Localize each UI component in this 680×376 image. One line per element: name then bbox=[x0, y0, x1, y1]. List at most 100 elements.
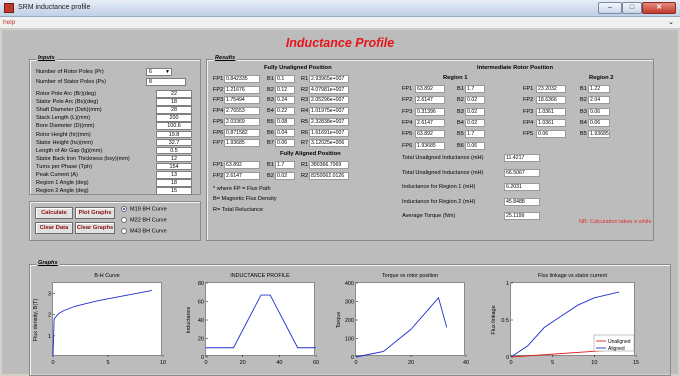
result-value: 1.7 bbox=[275, 161, 295, 169]
y-tick-label: 1 bbox=[48, 334, 51, 340]
result-key: B1 bbox=[580, 86, 587, 92]
clear-data-button[interactable]: Clear Data bbox=[35, 222, 73, 234]
stator-poles-label: Number of Stator Poles (Ps) bbox=[36, 79, 106, 85]
input-field[interactable]: 22 bbox=[156, 90, 192, 98]
close-button[interactable]: ✕ bbox=[642, 2, 676, 14]
input-field[interactable]: 15 bbox=[156, 187, 192, 195]
x-tick-label: 0 bbox=[51, 360, 54, 366]
input-label: Rotor Height (hr)(mm) bbox=[36, 131, 91, 138]
result-value: 2.6147 bbox=[415, 118, 445, 127]
result-value: 0.24 bbox=[275, 96, 295, 105]
x-tick-label: 0 bbox=[509, 360, 512, 366]
result-key: FP4 bbox=[213, 108, 224, 115]
y-tick-label: 200 bbox=[345, 318, 354, 324]
stator-poles-input[interactable]: 8 bbox=[146, 78, 186, 86]
input-label: Stack Length (L)(mm) bbox=[36, 115, 91, 122]
x-tick-label: 10 bbox=[591, 360, 597, 366]
y-tick-label: 60 bbox=[198, 300, 204, 306]
result-key: B7 bbox=[267, 140, 274, 147]
result-value: 0.04 bbox=[275, 128, 295, 137]
input-field[interactable]: 28 bbox=[156, 106, 192, 114]
input-label: Region 2 Angle (deg) bbox=[36, 188, 89, 195]
input-field[interactable]: 200 bbox=[156, 114, 192, 122]
calculation-note: NB: Calculation takes a while bbox=[579, 219, 652, 225]
chevron-down-icon[interactable]: ⌄ bbox=[668, 18, 674, 26]
m22-curve-radio[interactable]: M22 BH Curve bbox=[121, 217, 167, 223]
input-label: Stator Pole Arc (Bs)(deg) bbox=[36, 99, 99, 106]
result-key: FP5 bbox=[402, 131, 413, 138]
aligned-heading: Fully Aligned Position bbox=[280, 151, 341, 157]
total-label: Total Unaligned Inductance (mH) bbox=[402, 169, 484, 176]
result-key: FP2 bbox=[523, 97, 534, 104]
result-value: 2.76553 bbox=[224, 107, 260, 116]
result-value: 0.22 bbox=[275, 107, 295, 116]
chart-svg: 0 5 10 1 2 3 Flux density, B(T) bbox=[33, 289, 166, 366]
input-label: Region 1 Angle (deg) bbox=[36, 180, 89, 187]
clear-graphs-button[interactable]: Clear Graphs bbox=[75, 222, 115, 234]
result-value: 0.31396 bbox=[415, 107, 445, 116]
total-label: Inductance for Region 2 (mH) bbox=[402, 198, 476, 205]
y-tick-label: 0 bbox=[201, 355, 204, 361]
legend-label: Aligned bbox=[608, 346, 625, 352]
region1-heading: Region 1 bbox=[443, 75, 468, 81]
region2-heading: Region 2 bbox=[589, 75, 614, 81]
y-tick-label: 0 bbox=[506, 355, 509, 361]
y-axis-label: Flux density, B(T) bbox=[33, 298, 39, 341]
inputs-panel: Inputs Number of Rotor Poles (Pr) 6 ▼ Nu… bbox=[29, 55, 201, 195]
menu-help[interactable]: help bbox=[3, 19, 15, 26]
y-tick-label: 80 bbox=[198, 281, 204, 287]
result-key: B2 bbox=[580, 97, 587, 104]
result-value: 1.0361 bbox=[536, 118, 566, 127]
result-value: 2.32838e+007 bbox=[309, 117, 349, 126]
chart-0: 0 5 10 1 2 3 Flux density, B(T) bbox=[33, 282, 166, 366]
y-tick-label: 0 bbox=[351, 355, 354, 361]
chart-svg: 0 20 400100200300400Torque bbox=[336, 281, 469, 366]
m22-curve-label: M22 BH Curve bbox=[130, 217, 167, 224]
input-label: Bore Diameter (D)(mm) bbox=[36, 123, 95, 130]
input-field[interactable]: 19.8 bbox=[156, 130, 192, 138]
input-field[interactable]: 12 bbox=[156, 154, 192, 163]
rotor-poles-select[interactable]: 6 ▼ bbox=[146, 68, 172, 76]
calculate-button[interactable]: Calculate bbox=[35, 207, 73, 219]
result-key: FP7 bbox=[213, 140, 224, 147]
input-label: Length of Air Gap (lg)(mm) bbox=[36, 147, 103, 154]
result-key: FP5 bbox=[523, 131, 534, 138]
input-field[interactable]: 100.6 bbox=[156, 122, 192, 130]
result-value: 1.75494 bbox=[224, 96, 260, 105]
result-value: 2.6147 bbox=[224, 171, 260, 180]
result-key: B4 bbox=[267, 108, 274, 115]
result-value: 380366.7069 bbox=[309, 161, 349, 169]
result-key: R2 bbox=[301, 86, 309, 93]
chart-1: 0 20 40 60 0 20 40 60 80 Inductance bbox=[186, 281, 319, 366]
input-field[interactable]: 18 bbox=[156, 98, 192, 106]
input-field[interactable]: 0.5 bbox=[156, 146, 192, 155]
input-field[interactable]: 13 bbox=[156, 171, 192, 179]
result-key: B1 bbox=[267, 162, 274, 168]
chart-2: 0 20 40 0 100 200 300 400 Torque bbox=[336, 281, 469, 366]
plot-graphs-button[interactable]: Plot Graphs bbox=[75, 207, 115, 219]
maximize-button[interactable]: □ bbox=[622, 2, 642, 14]
title-bar: SRM inductance profile – □ ✕ bbox=[0, 0, 680, 17]
input-field[interactable]: 32.7 bbox=[156, 138, 192, 147]
result-key: R2 bbox=[301, 172, 309, 179]
m43-curve-radio[interactable]: M43 BH Curve bbox=[121, 228, 167, 234]
legend-flux-path: * where FP = Flux Path bbox=[213, 186, 271, 192]
input-field[interactable]: 154 bbox=[156, 162, 192, 171]
graphs-panel: Graphs B-H Curve 0 5 10 1 2 3 Flux density, B(T… bbox=[29, 260, 671, 376]
result-key: B3 bbox=[267, 97, 274, 104]
result-value: 1.93685 bbox=[588, 130, 610, 139]
result-key: B5 bbox=[457, 131, 464, 138]
radio-icon bbox=[121, 217, 127, 223]
chart-svg: 0 20 40 60 0 20 40 60 80 Inductance bbox=[186, 281, 319, 366]
y-tick-label: 0.5 bbox=[501, 318, 509, 324]
series-line bbox=[355, 296, 448, 358]
result-key: B1 bbox=[457, 86, 464, 92]
x-tick-label: 15 bbox=[633, 360, 639, 366]
legend-reluctance: R= Total Reluctance bbox=[213, 207, 264, 213]
result-key: FP4 bbox=[402, 119, 413, 126]
m19-curve-radio[interactable]: M19 BH Curve bbox=[121, 206, 167, 212]
minimize-button[interactable]: – bbox=[598, 2, 622, 14]
result-key: FP3 bbox=[523, 108, 534, 115]
chart-title: Flux linkage vs stator current bbox=[538, 273, 607, 279]
input-field[interactable]: 18 bbox=[156, 179, 192, 187]
